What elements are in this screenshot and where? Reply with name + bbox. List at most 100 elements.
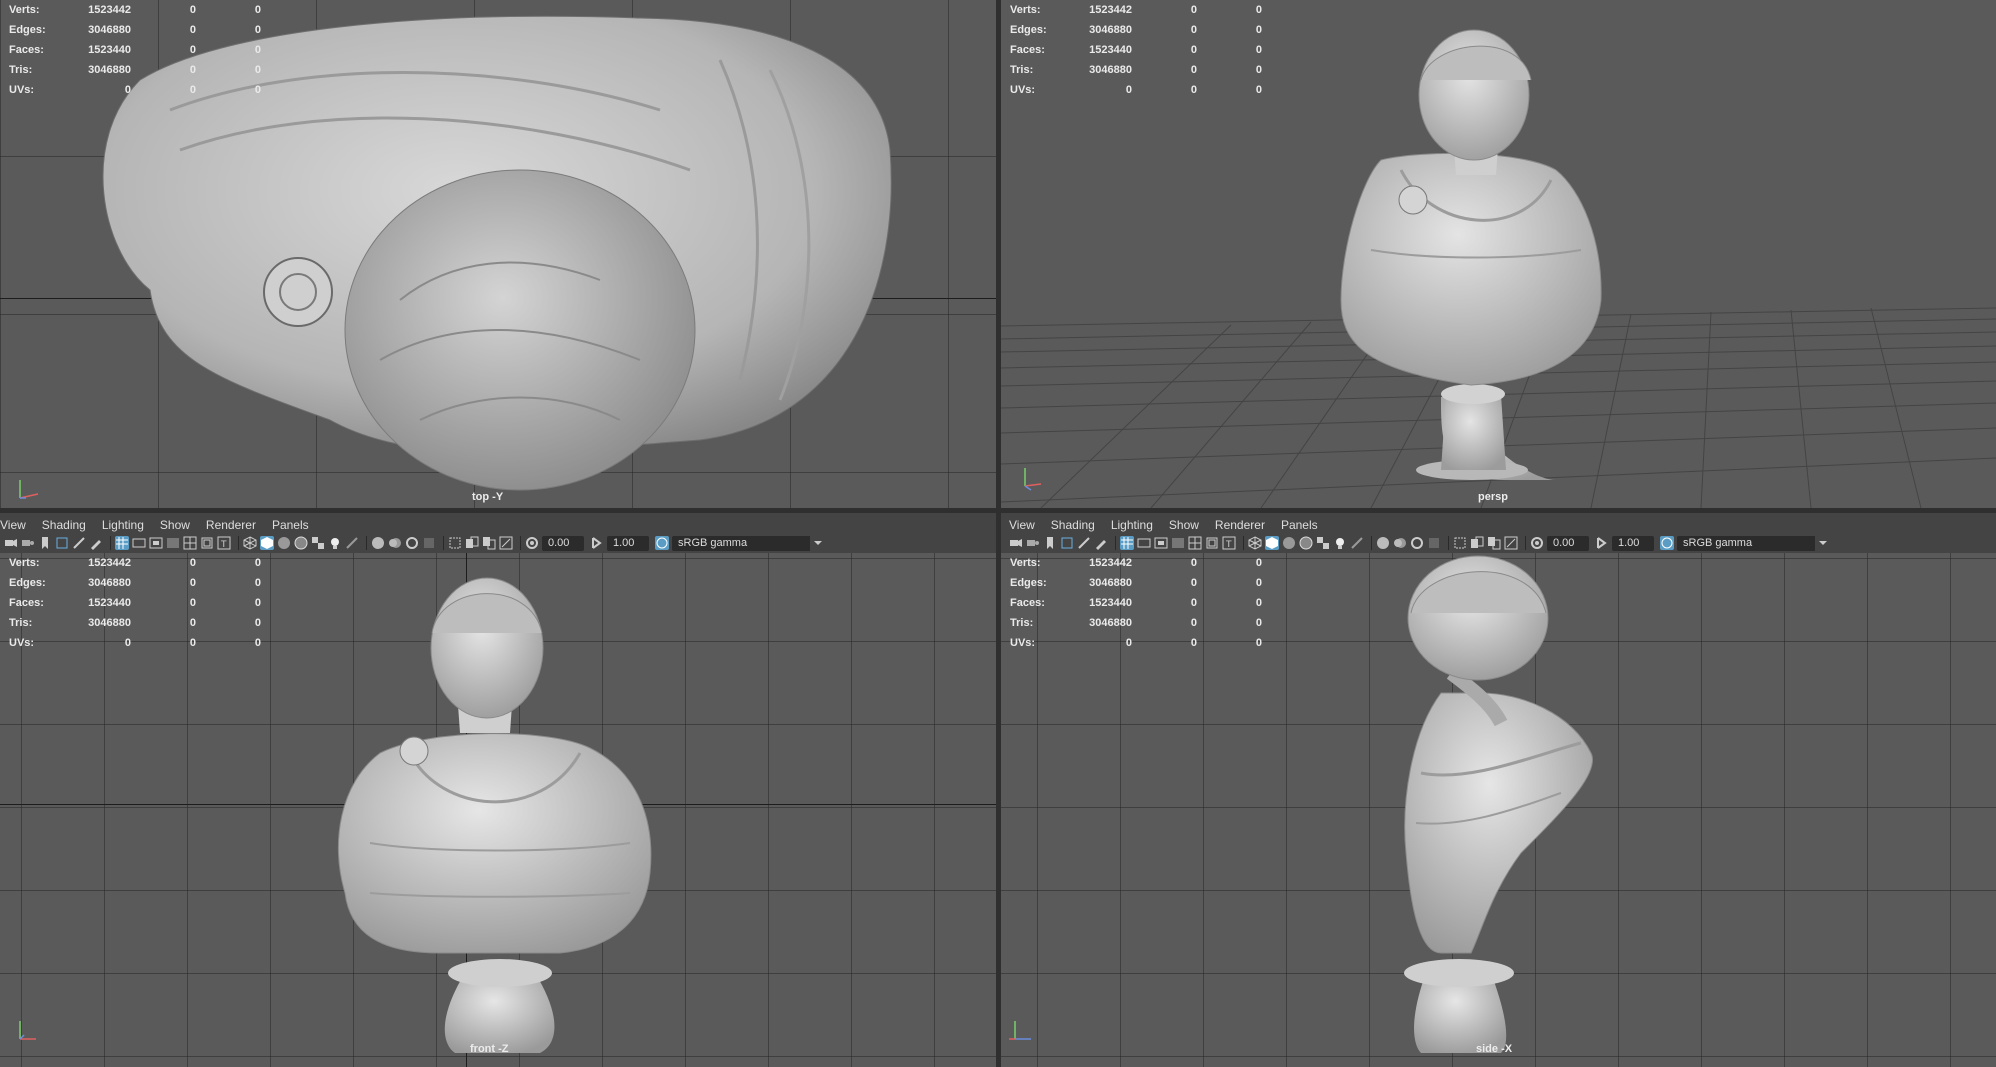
select-camera-icon[interactable]	[4, 536, 18, 550]
menu-panels[interactable]: Panels	[1281, 518, 1326, 532]
xray-icon[interactable]	[1470, 536, 1484, 550]
menu-show[interactable]: Show	[1169, 518, 1207, 532]
motion-blur-icon[interactable]	[1393, 536, 1407, 550]
menu-shading[interactable]: Shading	[1051, 518, 1103, 532]
viewport-side[interactable]: Verts: 1523442 0 0 Edges: 3046880 0 0 Faces: 15…	[1001, 553, 1996, 1067]
chevron-down-icon[interactable]	[810, 535, 826, 551]
depth-of-field-icon[interactable]	[422, 536, 436, 550]
gamma-field[interactable]: 1.00	[607, 535, 649, 551]
grid-toggle-icon[interactable]	[115, 536, 129, 550]
gate-mask-icon[interactable]	[1171, 536, 1185, 550]
safe-title-icon[interactable]: T	[1222, 536, 1236, 550]
axis-gizmo-icon	[19, 1021, 36, 1040]
field-chart-icon[interactable]	[183, 536, 197, 550]
default-material-icon[interactable]	[1282, 536, 1296, 550]
isolate-select-icon[interactable]	[448, 536, 462, 550]
xray-icon[interactable]	[465, 536, 479, 550]
exposure-field[interactable]: 0.00	[1547, 535, 1589, 551]
view-transform-dropdown[interactable]: sRGB gamma	[1677, 535, 1831, 551]
viewport-top[interactable]: Verts: 1523442 0 0 Edges: 3046880 0 0 Faces: 15…	[0, 0, 996, 508]
use-all-lights-icon[interactable]	[328, 536, 342, 550]
panel-toolbar: T 0.00 1.00 sRGB gamma	[1009, 534, 1831, 552]
select-camera-icon[interactable]	[1009, 536, 1023, 550]
grid-toggle-icon[interactable]	[1120, 536, 1134, 550]
camera-label-persp: persp	[1478, 491, 1508, 503]
depth-of-field-icon[interactable]	[1427, 536, 1441, 550]
film-gate-icon[interactable]	[1137, 536, 1151, 550]
gamma-icon[interactable]	[1595, 536, 1609, 550]
menu-panels[interactable]: Panels	[272, 518, 317, 532]
poly-count-hud: Verts: 1523442 0 0 Edges: 3046880 0 0 Faces: 15…	[9, 557, 261, 649]
menu-lighting[interactable]: Lighting	[102, 518, 152, 532]
screen-space-ao-icon[interactable]	[1376, 536, 1390, 550]
menu-show[interactable]: Show	[160, 518, 198, 532]
2d-pan-zoom-icon[interactable]	[1077, 536, 1091, 550]
xray-active-components-icon[interactable]	[482, 536, 496, 550]
image-plane-icon[interactable]	[1060, 536, 1074, 550]
poly-count-hud: Verts: 1523442 0 0 Edges: 3046880 0 0 Faces: 15…	[1010, 557, 1262, 649]
exposure-icon[interactable]	[525, 536, 539, 550]
axis-gizmo-icon	[1009, 1021, 1031, 1040]
textured-icon[interactable]	[1316, 536, 1330, 550]
motion-blur-icon[interactable]	[388, 536, 402, 550]
exposure-field[interactable]: 0.00	[542, 535, 584, 551]
svg-text:T: T	[220, 540, 227, 550]
resolution-gate-icon[interactable]	[149, 536, 163, 550]
wireframe-on-shaded-icon[interactable]	[294, 536, 308, 550]
menu-shading[interactable]: Shading	[42, 518, 94, 532]
wireframe-icon[interactable]	[243, 536, 257, 550]
svg-text:T: T	[1225, 540, 1232, 550]
xray-joints-icon[interactable]	[499, 536, 513, 550]
safe-title-icon[interactable]: T	[217, 536, 231, 550]
shadows-icon[interactable]	[345, 536, 359, 550]
bookmark-icon[interactable]	[38, 536, 52, 550]
multisample-aa-icon[interactable]	[405, 536, 419, 550]
wireframe-icon[interactable]	[1248, 536, 1262, 550]
resolution-gate-icon[interactable]	[1154, 536, 1168, 550]
color-management-icon[interactable]	[1660, 536, 1674, 550]
2d-pan-zoom-icon[interactable]	[72, 536, 86, 550]
safe-action-icon[interactable]	[1205, 536, 1219, 550]
image-plane-icon[interactable]	[55, 536, 69, 550]
gamma-icon[interactable]	[590, 536, 604, 550]
isolate-select-icon[interactable]	[1453, 536, 1467, 550]
default-material-icon[interactable]	[277, 536, 291, 550]
menu-renderer[interactable]: Renderer	[206, 518, 264, 532]
safe-action-icon[interactable]	[200, 536, 214, 550]
chevron-down-icon[interactable]	[1815, 535, 1831, 551]
camera-label-top: top -Y	[472, 491, 504, 503]
screen-space-ao-icon[interactable]	[371, 536, 385, 550]
shadows-icon[interactable]	[1350, 536, 1364, 550]
exposure-icon[interactable]	[1530, 536, 1544, 550]
textured-icon[interactable]	[311, 536, 325, 550]
camera-label-side: side -X	[1476, 1043, 1513, 1055]
panel-menubar: View Shading Lighting Show Renderer Pane…	[1009, 516, 1334, 534]
viewport-persp[interactable]: Verts: 1523442 0 0 Edges: 3046880 0 0 Faces: 15…	[1001, 0, 1996, 508]
grease-pencil-icon[interactable]	[89, 536, 103, 550]
menu-view[interactable]: View	[0, 518, 34, 532]
multisample-aa-icon[interactable]	[1410, 536, 1424, 550]
smooth-shade-icon[interactable]	[1265, 536, 1279, 550]
camera-attributes-icon[interactable]	[21, 536, 35, 550]
camera-attributes-icon[interactable]	[1026, 536, 1040, 550]
xray-joints-icon[interactable]	[1504, 536, 1518, 550]
gamma-field[interactable]: 1.00	[1612, 535, 1654, 551]
poly-count-hud: Verts: 1523442 0 0 Edges: 3046880 0 0 Faces: 15…	[1010, 4, 1262, 96]
menu-renderer[interactable]: Renderer	[1215, 518, 1273, 532]
bookmark-icon[interactable]	[1043, 536, 1057, 550]
camera-label-front: front -Z	[470, 1043, 509, 1055]
wireframe-on-shaded-icon[interactable]	[1299, 536, 1313, 550]
xray-active-components-icon[interactable]	[1487, 536, 1501, 550]
gate-mask-icon[interactable]	[166, 536, 180, 550]
view-transform-dropdown[interactable]: sRGB gamma	[672, 535, 826, 551]
color-management-icon[interactable]	[655, 536, 669, 550]
panel-header-side: View Shading Lighting Show Renderer Pane…	[1001, 513, 1996, 553]
film-gate-icon[interactable]	[132, 536, 146, 550]
menu-view[interactable]: View	[1009, 518, 1043, 532]
viewport-front[interactable]: Verts: 1523442 0 0 Edges: 3046880 0 0 Faces: 15…	[0, 553, 996, 1067]
menu-lighting[interactable]: Lighting	[1111, 518, 1161, 532]
smooth-shade-icon[interactable]	[260, 536, 274, 550]
field-chart-icon[interactable]	[1188, 536, 1202, 550]
use-all-lights-icon[interactable]	[1333, 536, 1347, 550]
grease-pencil-icon[interactable]	[1094, 536, 1108, 550]
